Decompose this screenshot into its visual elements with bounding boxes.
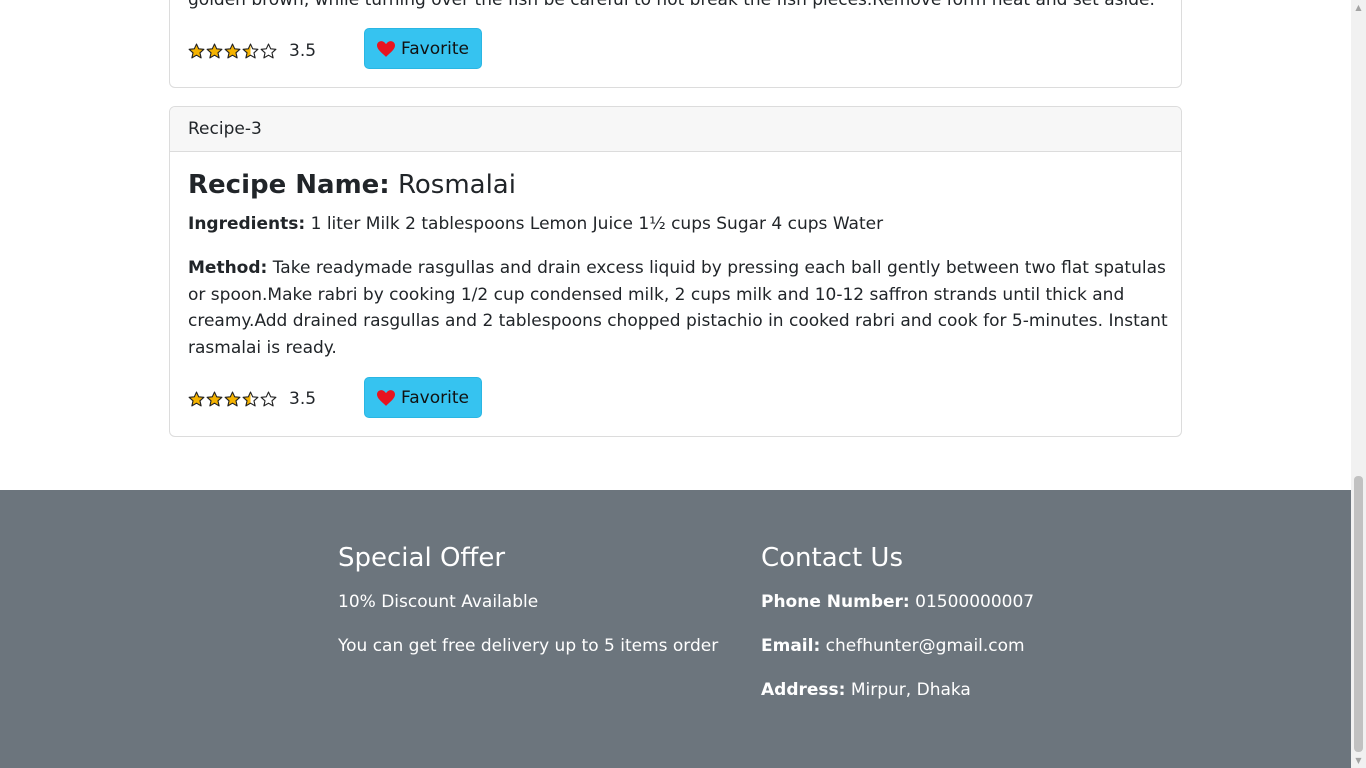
favorite-button[interactable]: Favorite <box>364 28 482 69</box>
contact-address: Address: Mirpur, Dhaka <box>761 678 1034 702</box>
recipe-card-3: Recipe-3 Recipe Name: Rosmalai Ingredien… <box>169 106 1182 437</box>
contact-title: Contact Us <box>761 543 903 573</box>
phone-label: Phone Number: <box>761 592 910 612</box>
contact-email: Email: chefhunter@gmail.com <box>761 634 1034 658</box>
email-label: Email: <box>761 636 821 656</box>
recipe-name-label: Recipe Name: <box>188 170 390 200</box>
contact-section: Contact Us Phone Number: 01500000007 Ema… <box>761 542 1034 722</box>
heart-icon <box>377 40 396 57</box>
special-offer-title: Special Offer <box>338 543 506 573</box>
scroll-thumb[interactable] <box>1354 476 1363 752</box>
ingredients-value: 1 liter Milk 2 tablespoons Lemon Juice 1… <box>310 214 884 234</box>
star-icon <box>224 42 241 58</box>
recipe-name-value: Rosmalai <box>397 170 516 200</box>
favorite-button-label: Favorite <box>401 387 469 408</box>
rating: 3.5 <box>188 41 316 61</box>
star-icon <box>206 42 223 58</box>
method-label: Method: <box>188 258 268 278</box>
star-rating <box>188 390 277 408</box>
scroll-down-arrow-icon[interactable]: ▼ <box>1351 753 1366 768</box>
vertical-scrollbar[interactable]: ▲ ▼ <box>1351 0 1366 768</box>
recipe-method-text: golden brown, while turning over the fis… <box>188 0 1155 10</box>
page-viewport: golden brown, while turning over the fis… <box>0 0 1351 768</box>
half-star-icon <box>242 42 259 58</box>
phone-value: 01500000007 <box>915 592 1035 612</box>
favorite-button[interactable]: Favorite <box>364 377 482 418</box>
star-rating <box>188 42 277 60</box>
half-star-icon <box>242 390 259 406</box>
star-outline-icon <box>260 42 277 58</box>
heart-icon <box>377 389 396 406</box>
rating: 3.5 <box>188 389 316 409</box>
ingredients-label: Ingredients: <box>188 214 306 234</box>
star-icon <box>224 390 241 406</box>
recipe-name: Recipe Name: Rosmalai <box>188 169 516 201</box>
footer: Special Offer 10% Discount Available You… <box>0 490 1351 768</box>
recipe-method: Method: Take readymade rasgullas and dra… <box>188 255 1168 361</box>
recipe-ingredients: Ingredients: 1 liter Milk 2 tablespoons … <box>188 212 883 236</box>
address-label: Address: <box>761 680 846 700</box>
email-value: chefhunter@gmail.com <box>825 636 1025 656</box>
contact-phone: Phone Number: 01500000007 <box>761 590 1034 614</box>
rating-value: 3.5 <box>289 389 317 409</box>
star-icon <box>188 42 205 58</box>
method-value: Take readymade rasgullas and drain exces… <box>188 258 1168 358</box>
scroll-up-arrow-icon[interactable]: ▲ <box>1351 0 1366 15</box>
star-icon <box>206 390 223 406</box>
card-header: Recipe-3 <box>170 107 1181 152</box>
rating-value: 3.5 <box>289 41 317 61</box>
star-outline-icon <box>260 390 277 406</box>
star-icon <box>188 390 205 406</box>
favorite-button-label: Favorite <box>401 38 469 59</box>
special-offer-section: Special Offer 10% Discount Available You… <box>338 542 718 678</box>
recipe-card-2: golden brown, while turning over the fis… <box>169 0 1182 88</box>
offer-discount: 10% Discount Available <box>338 592 539 612</box>
address-value: Mirpur, Dhaka <box>850 680 971 700</box>
offer-delivery: You can get free delivery up to 5 items … <box>338 636 719 656</box>
